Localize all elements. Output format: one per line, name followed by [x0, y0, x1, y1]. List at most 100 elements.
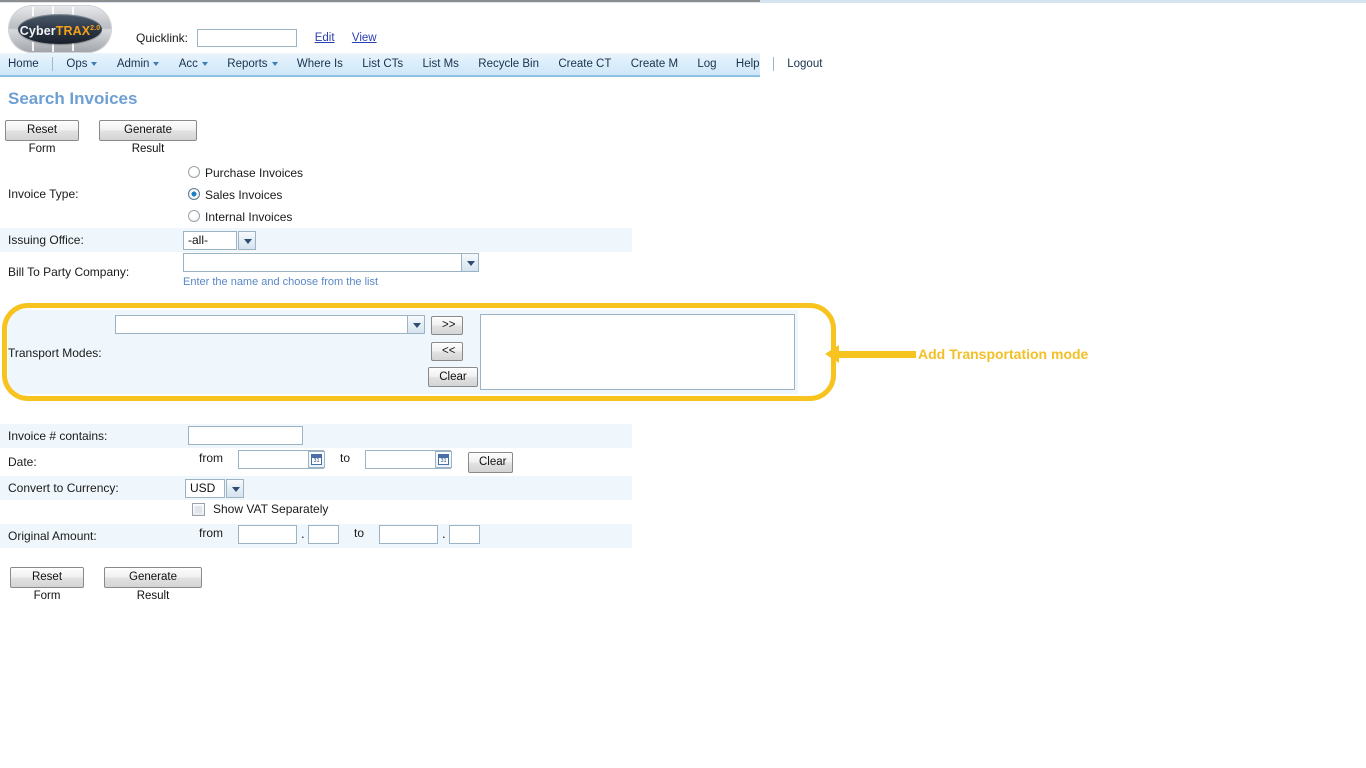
nav-item-create-ct[interactable]: Create CT	[550, 53, 619, 75]
show-vat-label: Show VAT Separately	[213, 502, 329, 516]
chevron-down-icon	[271, 61, 278, 66]
nav-item-reports[interactable]: Reports	[219, 53, 285, 75]
nav-separator	[772, 57, 774, 71]
nav-item-help[interactable]: Help	[728, 53, 768, 75]
nav-item-admin[interactable]: Admin	[109, 53, 168, 75]
invoice-contains-label: Invoice # contains:	[8, 429, 108, 443]
chevron-down-icon[interactable]	[238, 231, 256, 250]
chevron-down-icon[interactable]	[461, 253, 479, 272]
nav-label: Where Is	[296, 58, 343, 70]
issuing-office-value: -all-	[188, 233, 208, 247]
original-amount-from-decimal-input[interactable]	[308, 525, 339, 544]
main-navigation: Home Ops Admin Acc Reports Where Is List…	[0, 53, 822, 77]
radio-sales-invoices[interactable]	[188, 188, 200, 200]
nav-label: Logout	[787, 58, 823, 70]
chevron-down-icon[interactable]	[407, 315, 425, 334]
annotation-arrow-icon	[825, 345, 916, 363]
quicklink-label: Quicklink:	[136, 31, 189, 45]
date-to-word: to	[340, 451, 351, 465]
nav-label: Log	[697, 58, 717, 70]
issuing-office-row	[0, 228, 632, 252]
chevron-down-icon	[153, 61, 160, 66]
nav-item-ops[interactable]: Ops	[58, 53, 105, 75]
show-vat-checkbox[interactable]	[192, 503, 205, 516]
radio-purchase-invoices[interactable]	[188, 166, 200, 178]
convert-currency-label: Convert to Currency:	[8, 481, 119, 495]
original-amount-from-whole-input[interactable]	[238, 525, 297, 544]
original-amount-to-decimal-input[interactable]	[449, 525, 480, 544]
nav-item-list-cts[interactable]: List CTs	[354, 53, 411, 75]
quicklink-input[interactable]	[197, 29, 298, 47]
nav-item-list-ms[interactable]: List Ms	[415, 53, 467, 75]
chevron-down-icon[interactable]	[226, 479, 244, 498]
reset-form-button-top[interactable]: Reset Form	[5, 120, 79, 155]
nav-label: Create M	[630, 58, 679, 70]
transport-modes-selected-list[interactable]	[480, 314, 795, 390]
app-logo[interactable]: CyberTRAX2.0	[8, 5, 112, 53]
nav-item-log[interactable]: Log	[689, 53, 724, 75]
nav-label: List CTs	[362, 58, 404, 70]
chevron-down-icon	[91, 61, 98, 66]
convert-currency-select[interactable]: USD	[185, 479, 244, 498]
calendar-icon-from[interactable]: 31	[308, 451, 325, 468]
page-title: Search Invoices	[8, 89, 138, 108]
annotation-label: Add Transportation mode	[918, 346, 1089, 362]
bill-to-party-label: Bill To Party Company:	[8, 265, 130, 279]
radio-label-purchase-invoices: Purchase Invoices	[205, 166, 304, 180]
transport-modes-add-button[interactable]: >>	[431, 316, 463, 335]
generate-result-button-bottom[interactable]: Generate Result	[104, 567, 202, 602]
logo-text-cyber: Cyber	[19, 24, 56, 39]
bill-to-party-helper-text: Enter the name and choose from the list	[183, 276, 379, 288]
quicklink-view-link[interactable]: View	[352, 32, 377, 44]
nav-item-home[interactable]: Home	[0, 53, 47, 75]
app-header: CyberTRAX2.0 Quicklink: Edit View	[0, 3, 760, 53]
original-amount-label: Original Amount:	[8, 529, 97, 543]
issuing-office-label: Issuing Office:	[8, 233, 84, 247]
chevron-down-icon	[201, 61, 208, 66]
nav-item-acc[interactable]: Acc	[171, 53, 216, 75]
nav-item-create-m[interactable]: Create M	[623, 53, 686, 75]
calendar-icon-day: 31	[311, 457, 322, 465]
original-amount-from-separator: .	[301, 526, 305, 541]
nav-label: Ops	[66, 58, 88, 70]
issuing-office-select[interactable]: -all-	[183, 231, 256, 250]
transport-modes-clear-button[interactable]: Clear	[428, 367, 478, 387]
nav-label: Home	[8, 58, 39, 70]
logo-text-version: 2.0	[90, 25, 101, 32]
calendar-icon-to[interactable]: 31	[435, 451, 452, 468]
convert-currency-value: USD	[190, 481, 216, 495]
date-label: Date:	[8, 455, 37, 469]
nav-label: Admin	[116, 58, 150, 70]
transport-modes-label: Transport Modes:	[8, 346, 102, 360]
original-amount-to-whole-input[interactable]	[379, 525, 438, 544]
nav-label: Reports	[227, 58, 268, 70]
nav-label: List Ms	[422, 58, 459, 70]
date-from-word: from	[199, 451, 223, 465]
nav-item-logout[interactable]: Logout	[779, 53, 830, 75]
quicklink-row: Quicklink: Edit View	[136, 29, 377, 49]
invoice-contains-input[interactable]	[188, 426, 303, 445]
original-amount-to-word: to	[354, 526, 365, 540]
transport-modes-remove-button[interactable]: <<	[431, 342, 463, 361]
original-amount-to-separator: .	[442, 526, 446, 541]
nav-item-recycle-bin[interactable]: Recycle Bin	[470, 53, 547, 75]
logo-text-trax: TRAX	[55, 24, 91, 39]
logo-wordmark: CyberTRAX2.0	[8, 14, 112, 44]
original-amount-from-word: from	[199, 526, 223, 540]
date-clear-button[interactable]: Clear	[468, 452, 513, 473]
radio-internal-invoices[interactable]	[188, 210, 200, 222]
logo-notch	[52, 43, 54, 52]
header-top-border	[0, 0, 760, 2]
reset-form-button-bottom[interactable]: Reset Form	[10, 567, 84, 602]
quicklink-edit-link[interactable]: Edit	[315, 32, 335, 44]
bill-to-party-combo[interactable]	[183, 253, 479, 272]
nav-separator	[52, 57, 54, 71]
nav-item-where-is[interactable]: Where Is	[289, 53, 351, 75]
generate-result-button-top[interactable]: Generate Result	[99, 120, 197, 155]
calendar-icon-day: 31	[438, 457, 449, 465]
nav-label: Recycle Bin	[478, 58, 539, 70]
transport-modes-select[interactable]	[115, 315, 425, 334]
invoice-type-label: Invoice Type:	[8, 187, 79, 201]
nav-label: Help	[735, 58, 760, 70]
radio-label-sales-invoices: Sales Invoices	[205, 188, 283, 202]
